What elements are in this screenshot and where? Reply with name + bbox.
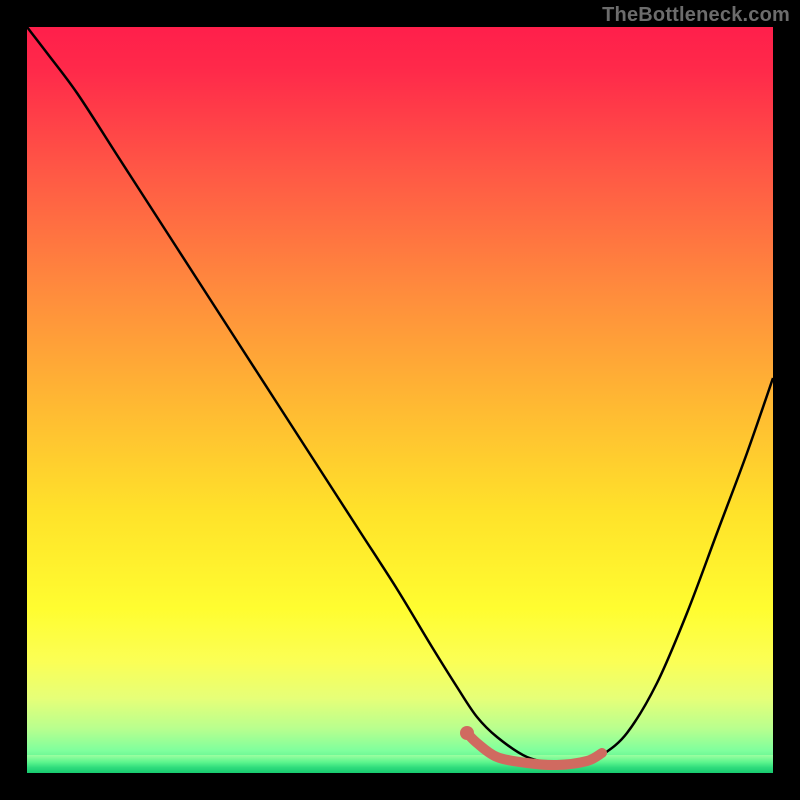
curve-svg: [27, 27, 773, 773]
optimal-start-dot: [460, 726, 474, 740]
chart-frame: TheBottleneck.com: [0, 0, 800, 800]
optimal-range-line: [467, 733, 602, 765]
plot-area: [27, 27, 773, 773]
bottleneck-curve: [27, 27, 773, 763]
watermark-text: TheBottleneck.com: [602, 4, 790, 27]
